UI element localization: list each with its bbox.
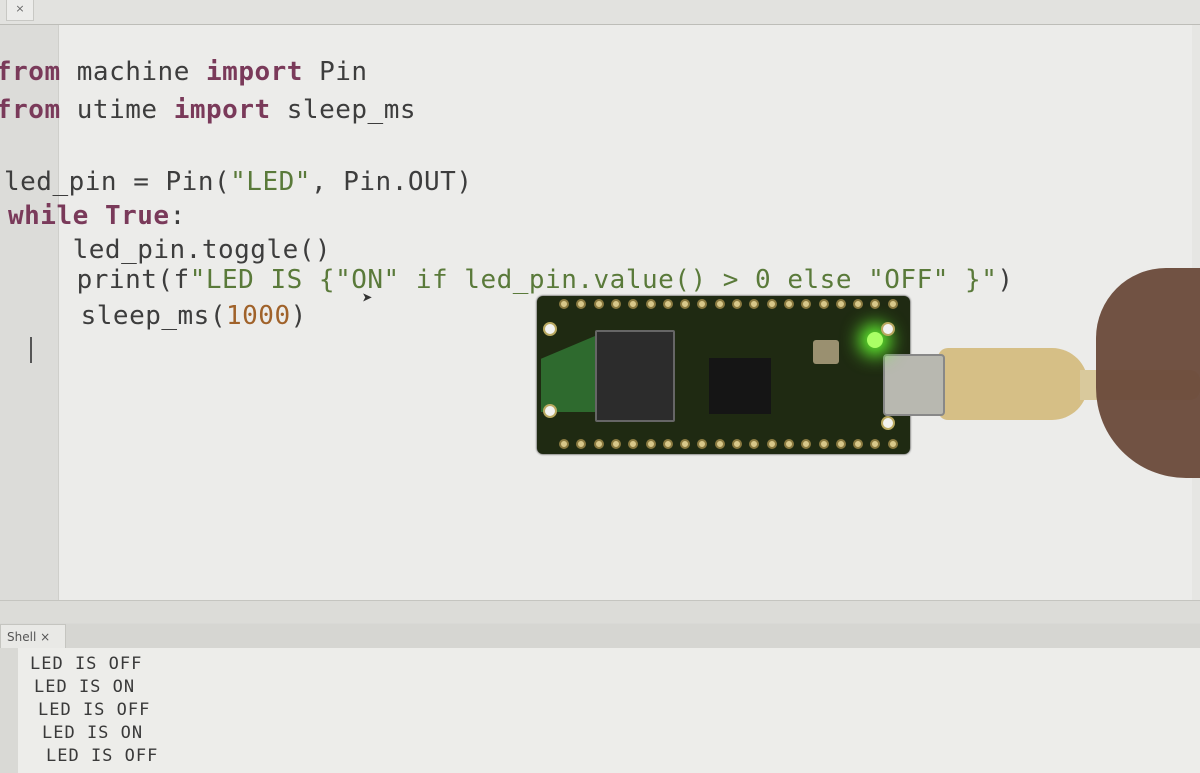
token-str: "LED"	[230, 167, 311, 197]
token-text: )	[290, 301, 307, 331]
pin-pad	[593, 439, 604, 449]
code-line[interactable]: sleep_ms(1000)	[16, 301, 307, 331]
token-text: )	[997, 265, 1014, 295]
pin-pad	[610, 439, 621, 449]
onboard-led	[867, 332, 883, 348]
token-kw: from	[0, 57, 61, 87]
token-text: machine	[60, 57, 207, 87]
token-kw: from	[0, 95, 61, 125]
pin-pad	[680, 299, 691, 309]
code-line[interactable]: from machine import Pin	[0, 57, 368, 87]
editor-tab-strip: ×	[0, 0, 1200, 25]
code-line[interactable]: led_pin = Pin("LED", Pin.OUT)	[4, 167, 472, 197]
shell-output-line: LED IS ON	[34, 677, 136, 697]
mounting-hole	[543, 322, 557, 336]
pin-pad	[714, 439, 725, 449]
pane-splitter[interactable]	[0, 600, 1200, 623]
shell-output-line: LED IS ON	[42, 723, 144, 743]
token-kw: while	[8, 201, 89, 231]
pin-pad	[559, 439, 569, 449]
pin-pad	[887, 439, 898, 449]
pin-pad	[783, 299, 794, 309]
pin-pad	[645, 439, 656, 449]
pin-pad	[593, 299, 604, 309]
pin-pad	[783, 439, 794, 449]
text-caret	[30, 337, 32, 363]
pin-pad	[870, 439, 881, 449]
pin-pad	[645, 299, 656, 309]
pin-pad	[714, 299, 725, 309]
pin-pad	[835, 299, 846, 309]
pin-pad	[818, 299, 829, 309]
wifi-module	[595, 330, 675, 422]
pico-w-board	[537, 296, 945, 454]
token-text: Pin	[302, 57, 368, 87]
pin-pad	[628, 299, 639, 309]
token-text: , Pin.OUT)	[310, 167, 473, 197]
token-text: :	[169, 201, 186, 231]
mounting-hole	[881, 322, 895, 336]
pin-pad	[766, 439, 777, 449]
pin-pad	[610, 299, 621, 309]
pin-pad	[628, 439, 639, 449]
usb-cable	[938, 348, 1088, 420]
shell-gutter	[0, 648, 18, 773]
code-line[interactable]: led_pin.toggle()	[8, 235, 331, 265]
token-kw: import	[173, 95, 271, 125]
code-line[interactable]: while True:	[8, 201, 186, 231]
pin-pad	[732, 439, 742, 449]
token-kw: import	[206, 57, 303, 87]
pin-pad	[662, 439, 673, 449]
mounting-hole	[881, 416, 895, 430]
microcontroller-chip	[709, 358, 771, 414]
pin-pad	[576, 299, 587, 309]
token-kw: True	[104, 201, 170, 231]
pin-pad	[697, 299, 708, 309]
pin-pad	[749, 439, 760, 449]
token-num: 1000	[226, 301, 291, 331]
token-text: print(f	[12, 265, 190, 295]
tab-close-button[interactable]: ×	[6, 0, 34, 21]
pin-pad	[697, 439, 708, 449]
pin-pad	[835, 439, 846, 449]
shell-output-line: LED IS OFF	[46, 746, 159, 766]
token-text: utime	[60, 95, 174, 125]
pin-pad	[680, 439, 691, 449]
tab-shell[interactable]: Shell ×	[0, 624, 66, 648]
shell-tab-strip	[66, 624, 1200, 649]
pin-pad	[732, 299, 742, 309]
pin-pad	[853, 439, 864, 449]
shell-output-line: LED IS OFF	[38, 700, 151, 720]
token-text: led_pin = Pin(	[4, 167, 231, 197]
code-line[interactable]: print(f"LED IS {"ON" if led_pin.value() …	[12, 265, 1014, 295]
mounting-hole	[543, 404, 557, 418]
pin-pad	[870, 299, 881, 309]
pin-pad	[662, 299, 673, 309]
token-text: sleep_ms(	[16, 301, 226, 331]
pin-pad	[749, 299, 760, 309]
mouse-pointer-icon: ➤	[362, 288, 373, 309]
shell-panel[interactable]: LED IS OFF LED IS ON LED IS OFF LED IS ON LE…	[0, 648, 1200, 773]
shell-output-line: LED IS OFF	[30, 654, 143, 674]
bootsel-button	[813, 340, 839, 364]
pin-pad	[801, 299, 812, 309]
code-line[interactable]: from utime import sleep_ms	[0, 95, 416, 125]
pin-pad	[559, 299, 569, 309]
pin-pad	[576, 439, 587, 449]
token-text: led_pin.toggle()	[8, 235, 332, 265]
micro-usb-port	[883, 354, 945, 416]
antenna-area	[541, 336, 595, 412]
token-text: sleep_ms	[270, 95, 417, 125]
pin-pad	[887, 299, 898, 309]
pin-pad	[818, 439, 829, 449]
token-str: "LED IS {"ON" if led_pin.value() > 0 els…	[189, 265, 998, 295]
pin-pad	[853, 299, 864, 309]
pin-pad	[766, 299, 777, 309]
pin-pad	[801, 439, 812, 449]
